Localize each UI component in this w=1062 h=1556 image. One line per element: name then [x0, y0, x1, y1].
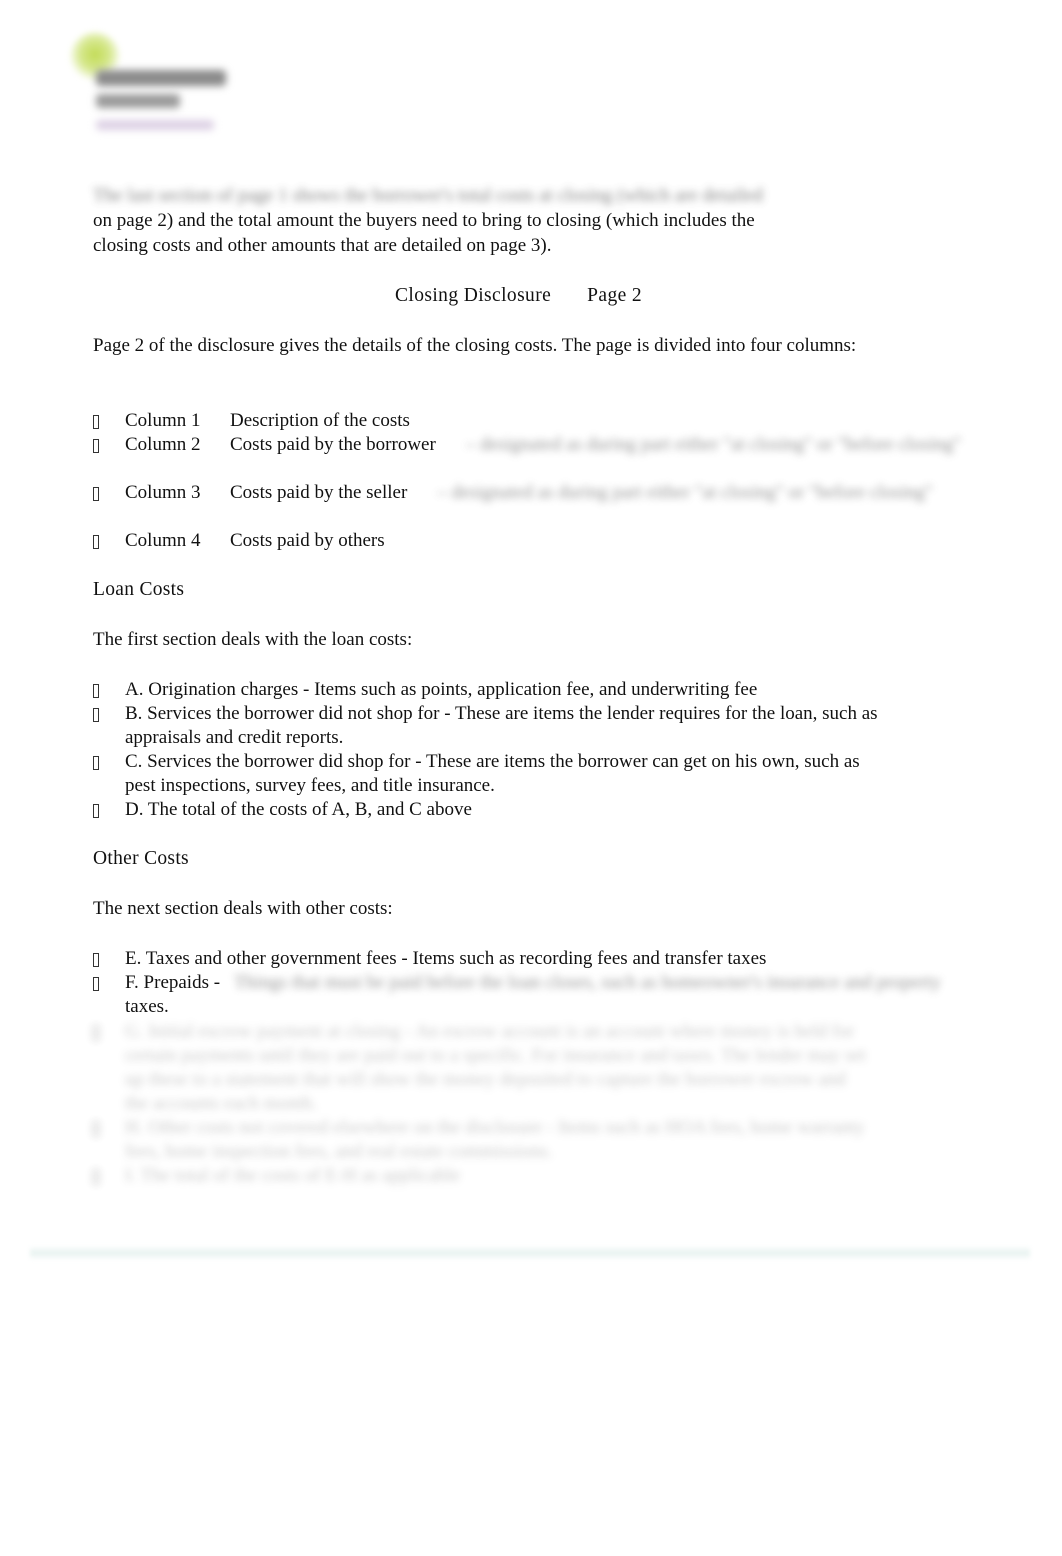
loan-costs-intro: The first section deals with the loan co… — [93, 629, 413, 650]
column-description: Description of the costs — [230, 410, 410, 431]
other-cost-item: I. The total of the costs of E-H as appl… — [125, 1165, 461, 1186]
list-item: A. Origination charges - Items such as p… — [93, 678, 893, 702]
list-item: C. Services the borrower did shop for - … — [93, 750, 893, 798]
other-cost-item: G. Initial escrow payment at closing - A… — [125, 1021, 866, 1114]
column-name: Column 3 — [125, 482, 201, 503]
other-cost-item: H. Other costs not covered elsewhere on … — [125, 1117, 865, 1162]
section-title-right: Page 2 — [587, 285, 643, 306]
list-item: F. Prepaids - Things that must be paid be… — [93, 971, 973, 1019]
bullet-icon — [93, 529, 103, 557]
column-description: Costs paid by others — [230, 530, 385, 551]
blurred-other-costs-list: G. Initial escrow payment at closing - A… — [93, 1020, 873, 1188]
columns-list: Column 1 Description of the costs Column … — [93, 409, 973, 553]
logo-name-line-2 — [96, 94, 180, 108]
loan-cost-item: D. The total of the costs of A, B, and C… — [125, 799, 472, 820]
company-logo — [62, 28, 242, 143]
list-item: H. Other costs not covered elsewhere on … — [93, 1116, 873, 1164]
list-item: Column 4 Costs paid by others — [93, 529, 973, 553]
other-cost-item-continuation: taxes. — [125, 996, 169, 1017]
bullet-icon — [93, 1020, 103, 1048]
logo-name-line-1 — [96, 70, 226, 86]
bullet-icon — [93, 750, 103, 778]
other-cost-item: F. Prepaids - — [125, 972, 221, 993]
bullet-icon — [93, 702, 103, 730]
logo-tagline — [96, 120, 214, 130]
loan-costs-list: A. Origination charges - Items such as p… — [93, 678, 893, 822]
loan-cost-item: C. Services the borrower did shop for - … — [125, 751, 860, 796]
list-item: Column 3 Costs paid by the seller – design… — [93, 481, 973, 529]
other-cost-item-tail: Things that must be paid before the loan… — [234, 972, 941, 993]
other-costs-intro: The next section deals with other costs: — [93, 898, 393, 919]
list-item: B. Services the borrower did not shop fo… — [93, 702, 893, 750]
column-name: Column 1 — [125, 410, 201, 431]
list-item: Column 2 Costs paid by the borrower – desi… — [93, 433, 973, 481]
other-costs-heading: Other Costs — [93, 848, 189, 869]
bullet-icon — [93, 798, 103, 826]
column-description: Costs paid by the seller — [230, 482, 408, 503]
loan-costs-heading: Loan Costs — [93, 579, 185, 600]
section-title: Closing Disclosure Page 2 — [395, 284, 642, 308]
list-item: Column 1 Description of the costs — [93, 409, 973, 433]
list-item: E. Taxes and other government fees - Ite… — [93, 947, 973, 971]
intro-blurred-line: The last section of page 1 shows the bor… — [93, 185, 763, 206]
list-item: G. Initial escrow payment at closing - A… — [93, 1020, 873, 1116]
loan-cost-item: B. Services the borrower did not shop fo… — [125, 703, 878, 748]
column-note: – designated as during part either "at c… — [437, 482, 933, 503]
list-item: I. The total of the costs of E-H as appl… — [93, 1164, 873, 1188]
bullet-icon — [93, 971, 103, 999]
bullet-icon — [93, 433, 103, 461]
list-item: D. The total of the costs of A, B, and C… — [93, 798, 893, 822]
bullet-icon — [93, 481, 103, 509]
other-cost-item: E. Taxes and other government fees - Ite… — [125, 948, 767, 969]
page-divider — [30, 1246, 1030, 1260]
other-costs-list: E. Taxes and other government fees - Ite… — [93, 947, 973, 1019]
column-description: Costs paid by the borrower — [230, 434, 436, 455]
intro-line-1: on page 2) and the total amount the buye… — [93, 210, 755, 231]
page2-intro: Page 2 of the disclosure gives the detai… — [93, 335, 857, 356]
column-name: Column 2 — [125, 434, 201, 455]
bullet-icon — [93, 1164, 103, 1192]
intro-line-2: closing costs and other amounts that are… — [93, 235, 552, 256]
loan-cost-item: A. Origination charges - Items such as p… — [125, 679, 758, 700]
bullet-icon — [93, 1116, 103, 1144]
column-note: – designated as during part either "at c… — [465, 434, 962, 455]
column-name: Column 4 — [125, 530, 201, 551]
section-title-left: Closing Disclosure — [395, 285, 552, 306]
